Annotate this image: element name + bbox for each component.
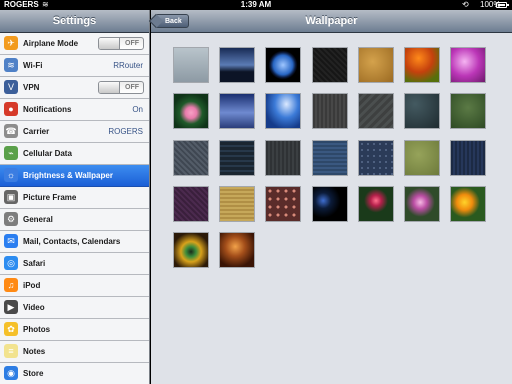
wallpaper-4-thumbnail[interactable] [311,47,348,83]
wallpaper-13-thumbnail[interactable] [404,93,440,130]
sidebar-item-carrier[interactable]: ☎ Carrier ROGERS [0,121,149,143]
wallpaper-9-thumbnail[interactable] [219,93,256,130]
wallpaper-16-thumbnail[interactable] [219,139,256,176]
wallpaper-6-thumbnail[interactable] [404,47,440,83]
wallpaper-14-thumbnail[interactable] [450,93,487,130]
wallpaper-26-thumbnail[interactable] [357,185,394,222]
photos-icon: ✿ [4,322,18,336]
sidebar-item-notes[interactable]: ≡ Notes [0,341,149,363]
wallpaper-29-thumbnail[interactable] [173,232,209,269]
wallpaper-30-thumbnail[interactable] [219,232,256,269]
sidebar-item-label: Picture Frame [23,193,77,202]
sidebar-item-airplane-mode[interactable]: ✈ Airplane Mode OFF [0,33,149,55]
sidebar-item-mail-contacts-calendars[interactable]: ✉ Mail, Contacts, Calendars [0,231,149,253]
wallpaper-11-thumbnail[interactable] [311,93,348,130]
wallpaper-20-thumbnail[interactable] [404,139,440,176]
notes-icon: ≡ [4,344,18,358]
sidebar-item-label: Video [23,303,45,312]
sidebar-item-general[interactable]: ⚙ General [0,209,149,231]
wallpaper-2-thumbnail[interactable] [219,47,256,83]
wallpaper-1-thumbnail[interactable] [173,47,209,83]
video-icon: ▶ [4,300,18,314]
safari-icon: ◎ [4,256,18,270]
sidebar-item-label: VPN [23,83,40,92]
sidebar-item-label: Safari [23,259,46,268]
clock: 1:39 AM [240,0,272,9]
sidebar-item-label: Brightness & Wallpaper [23,171,113,180]
wallpaper-23-thumbnail[interactable] [219,185,256,222]
sidebar-item-picture-frame[interactable]: ▣ Picture Frame [0,187,149,209]
wallpaper-17-thumbnail[interactable] [265,139,302,176]
sidebar-item-vpn[interactable]: V VPN OFF [0,77,149,99]
wallpaper-19-thumbnail[interactable] [357,139,394,176]
battery-fill [498,4,505,6]
wallpaper-18-thumbnail[interactable] [311,139,348,176]
sidebar-item-safari[interactable]: ◎ Safari [0,253,149,275]
wallpaper-22-thumbnail[interactable] [173,185,209,222]
store-icon: ◉ [4,366,18,380]
ipod-icon: ♫ [4,278,18,292]
picture-frame-icon: ▣ [4,190,18,204]
wallpaper-28-thumbnail[interactable] [450,185,487,222]
sidebar-item-label: Mail, Contacts, Calendars [23,237,121,246]
airplane-icon: ✈ [4,36,18,50]
sidebar-item-value: ROGERS [108,127,143,136]
sidebar-item-label: Cellular Data [23,149,72,158]
wallpaper-8-thumbnail[interactable] [173,93,209,130]
vpn-toggle[interactable]: OFF [98,81,144,94]
status-bar: ROGERS ≋ 1:39 AM ⟲ 100% [0,0,512,10]
sidebar-item-label: General [23,215,53,224]
sidebar-item-notifications[interactable]: ● Notifications On [0,99,149,121]
brightness-icon: ☼ [4,168,18,182]
sidebar-item-wi-fi[interactable]: ≋ Wi-Fi RRouter [0,55,149,77]
sidebar-item-value: RRouter [113,61,143,70]
wallpaper-pane: Back Wallpaper [151,10,512,384]
battery-icon [496,2,509,8]
sidebar-item-label: Carrier [23,127,50,136]
wallpaper-10-thumbnail[interactable] [265,93,302,130]
wallpaper-header: Back Wallpaper [151,10,512,33]
wallpaper-12-thumbnail[interactable] [357,93,394,130]
settings-sidebar: Settings ✈ Airplane Mode OFF ≋ Wi-Fi RRouter V… [0,10,150,384]
sidebar-item-label: iPod [23,281,41,290]
airplane-mode-toggle[interactable]: OFF [98,37,144,50]
sidebar-item-ipod[interactable]: ♫ iPod [0,275,149,297]
cellular-data-icon: ⌁ [4,146,18,160]
mail-icon: ✉ [4,234,18,248]
toggle-state: OFF [125,40,139,47]
sidebar-item-label: Store [23,369,44,378]
wallpaper-24-thumbnail[interactable] [265,185,302,222]
sidebar-item-value: On [132,105,143,114]
wallpaper-25-thumbnail[interactable] [311,185,348,222]
sidebar-item-video[interactable]: ▶ Video [0,297,149,319]
gear-icon: ⚙ [4,212,18,226]
sidebar-item-label: Notifications [23,105,72,114]
toggle-knob [99,82,120,93]
wallpaper-21-thumbnail[interactable] [450,139,487,176]
sidebar-title: Settings [0,10,149,33]
page-title: Wallpaper [305,15,358,27]
toggle-knob [99,38,120,49]
rotation-lock-icon: ⟲ [462,0,469,9]
sidebar-item-label: Photos [23,325,51,334]
toggle-state: OFF [125,84,139,91]
wallpaper-27-thumbnail[interactable] [404,185,440,222]
vpn-icon: V [4,80,18,94]
notifications-icon: ● [4,102,18,116]
wallpaper-5-thumbnail[interactable] [357,47,394,83]
wifi-icon: ≋ [4,58,18,72]
sidebar-item-store[interactable]: ◉ Store [0,363,149,384]
wallpaper-7-thumbnail[interactable] [450,47,487,83]
carrier-icon: ☎ [4,124,18,138]
sidebar-item-cellular-data[interactable]: ⌁ Cellular Data [0,143,149,165]
wallpaper-15-thumbnail[interactable] [173,139,209,176]
sidebar-item-label: Notes [23,347,46,356]
sidebar-item-photos[interactable]: ✿ Photos [0,319,149,341]
wallpaper-3-thumbnail[interactable] [265,47,302,83]
sidebar-item-brightness-wallpaper[interactable]: ☼ Brightness & Wallpaper [0,165,149,187]
sidebar-item-label: Wi-Fi [23,61,43,70]
sidebar-item-label: Airplane Mode [23,39,79,48]
